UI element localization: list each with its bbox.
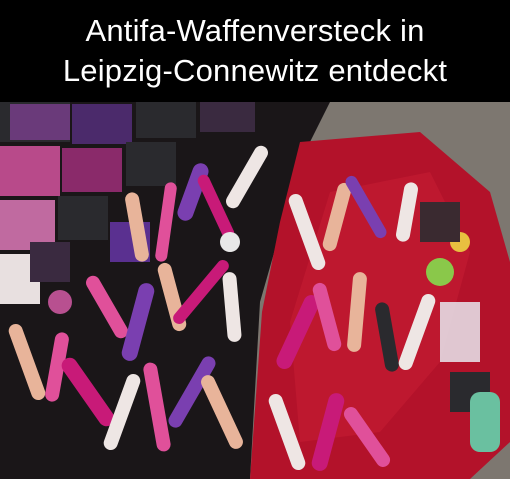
photo (0, 102, 510, 479)
meme-image: Antifa-Waffenversteck in Leipzig-Connewi… (0, 0, 510, 479)
photo-illustration (0, 102, 510, 479)
caption-line-1: Antifa-Waffenversteck in (85, 13, 425, 48)
caption-text: Antifa-Waffenversteck in Leipzig-Connewi… (63, 11, 447, 91)
caption-bar: Antifa-Waffenversteck in Leipzig-Connewi… (0, 0, 510, 102)
caption-line-2: Leipzig-Connewitz entdeckt (62, 53, 448, 88)
